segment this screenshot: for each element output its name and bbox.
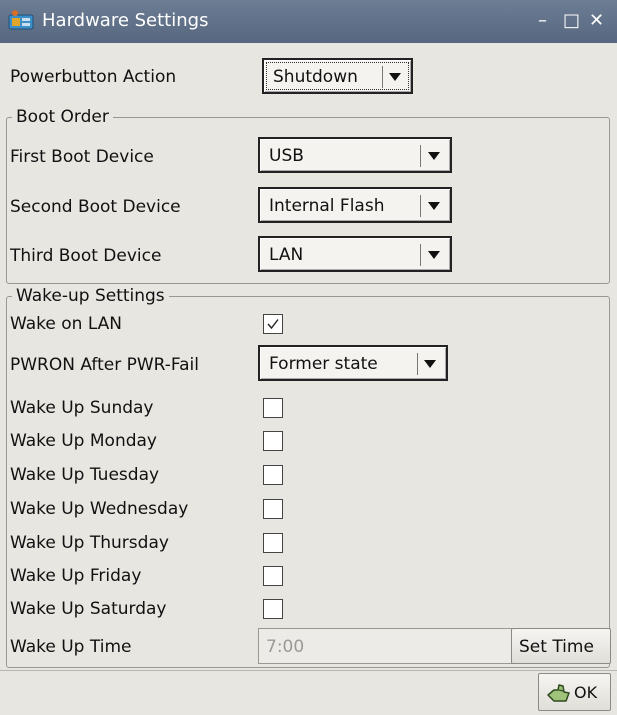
set-time-button[interactable]: Set Time xyxy=(511,628,611,664)
wake-up-tuesday-label: Wake Up Tuesday xyxy=(10,465,160,485)
wake-up-sunday-checkbox[interactable] xyxy=(263,398,283,418)
combo-separator xyxy=(420,244,421,266)
footer-divider xyxy=(0,670,617,671)
combo-separator xyxy=(420,145,421,167)
chevron-down-icon[interactable] xyxy=(428,251,440,259)
combo-separator xyxy=(417,353,418,375)
first-boot-device-label: First Boot Device xyxy=(10,147,154,167)
pwron-after-pwr-fail-label: PWRON After PWR-Fail xyxy=(10,355,200,375)
combo-separator xyxy=(382,66,383,88)
wake-up-tuesday-checkbox[interactable] xyxy=(263,465,283,485)
close-button[interactable]: ✕ xyxy=(589,9,604,33)
title-bar: Hardware Settings – □ ✕ xyxy=(0,0,617,43)
second-boot-device-label: Second Boot Device xyxy=(10,197,181,217)
wake-up-settings-title: Wake-up Settings xyxy=(12,286,169,306)
wake-up-friday-checkbox[interactable] xyxy=(263,566,283,586)
wake-up-time-label: Wake Up Time xyxy=(10,637,132,657)
wake-up-monday-checkbox[interactable] xyxy=(263,431,283,451)
powerbutton-action-select[interactable]: Shutdown xyxy=(262,58,413,94)
minimize-button[interactable]: – xyxy=(538,9,547,33)
second-boot-device-value: Internal Flash xyxy=(269,196,385,216)
wake-up-sunday-label: Wake Up Sunday xyxy=(10,398,154,418)
ok-label: OK xyxy=(574,683,598,702)
wake-up-monday-label: Wake Up Monday xyxy=(10,431,157,451)
wake-up-time-field[interactable]: 7:00 xyxy=(258,628,512,664)
pwron-after-pwr-fail-select[interactable]: Former state xyxy=(258,345,448,381)
boot-order-title: Boot Order xyxy=(12,107,113,127)
wake-up-saturday-label: Wake Up Saturday xyxy=(10,599,167,619)
wake-on-lan-label: Wake on LAN xyxy=(10,314,123,334)
chevron-down-icon[interactable] xyxy=(424,360,436,368)
wake-up-friday-label: Wake Up Friday xyxy=(10,566,142,586)
set-time-label: Set Time xyxy=(519,637,594,657)
checkmark-icon xyxy=(267,319,279,330)
hardware-settings-app-icon xyxy=(8,10,34,30)
chevron-down-icon[interactable] xyxy=(428,202,440,210)
wake-up-time-value: 7:00 xyxy=(266,637,305,657)
powerbutton-action-value: Shutdown xyxy=(273,67,358,87)
ok-button[interactable]: OK xyxy=(538,673,611,711)
third-boot-device-select[interactable]: LAN xyxy=(258,236,452,272)
wake-on-lan-checkbox[interactable] xyxy=(263,314,283,334)
wake-up-thursday-label: Wake Up Thursday xyxy=(10,533,169,553)
wake-up-thursday-checkbox[interactable] xyxy=(263,533,283,553)
window-title: Hardware Settings xyxy=(42,10,209,31)
maximize-button[interactable]: □ xyxy=(563,9,580,33)
first-boot-device-value: USB xyxy=(269,146,304,166)
powerbutton-action-label: Powerbutton Action xyxy=(10,67,177,87)
chevron-down-icon[interactable] xyxy=(389,73,401,81)
wake-up-wednesday-checkbox[interactable] xyxy=(263,499,283,519)
wake-up-wednesday-label: Wake Up Wednesday xyxy=(10,499,189,519)
wake-up-saturday-checkbox[interactable] xyxy=(263,599,283,619)
combo-separator xyxy=(420,195,421,217)
pwron-after-pwr-fail-value: Former state xyxy=(269,354,378,374)
third-boot-device-value: LAN xyxy=(269,245,304,265)
second-boot-device-select[interactable]: Internal Flash xyxy=(258,187,452,223)
chevron-down-icon[interactable] xyxy=(428,152,440,160)
ok-hand-icon xyxy=(547,684,570,702)
first-boot-device-select[interactable]: USB xyxy=(258,137,452,173)
third-boot-device-label: Third Boot Device xyxy=(10,246,162,266)
